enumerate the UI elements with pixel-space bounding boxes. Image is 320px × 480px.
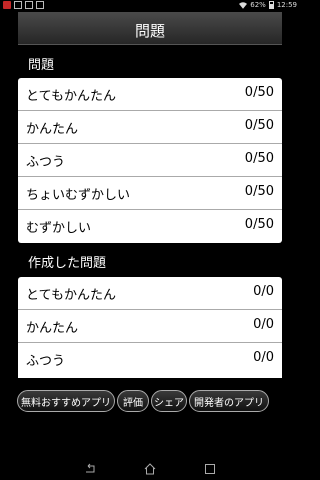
sim-icon: [14, 1, 22, 9]
status-time: 12:59: [276, 1, 297, 9]
home-icon[interactable]: [144, 463, 156, 475]
list-item[interactable]: かんたん 0/50: [18, 111, 282, 144]
battery-icon: [268, 1, 274, 9]
row-value: 0/50: [244, 118, 274, 133]
row-value: 0/50: [244, 151, 274, 166]
title-bar: 問題: [18, 12, 282, 45]
battery-percent: 62%: [250, 1, 266, 9]
list-item[interactable]: とてもかんたん 0/50: [18, 78, 282, 111]
camera-icon: [36, 1, 44, 9]
row-label: とてもかんたん: [26, 89, 116, 104]
list-item[interactable]: とてもかんたん 0/0: [18, 277, 282, 310]
row-label: ふつう: [26, 155, 66, 170]
list-item[interactable]: ふつう 0/50: [18, 144, 282, 177]
status-system: 62% 12:59: [239, 1, 297, 9]
row-label: ちょいむずかしい: [26, 188, 131, 203]
section-header-created: 作成した問題: [28, 256, 107, 271]
storage-icon: [25, 1, 33, 9]
share-button[interactable]: シェア: [151, 390, 187, 412]
wifi-icon: [239, 1, 248, 9]
row-value: 0/50: [244, 85, 274, 100]
row-label: ふつう: [26, 354, 66, 369]
row-value: 0/0: [253, 350, 274, 365]
row-label: とてもかんたん: [26, 288, 116, 303]
list-item[interactable]: むずかしい 0/50: [18, 210, 282, 243]
list-item[interactable]: ふつう 0/0: [18, 343, 282, 376]
status-bar: 62% 12:59: [0, 0, 300, 12]
section-header-problems: 問題: [28, 58, 55, 73]
row-label: かんたん: [26, 122, 79, 137]
row-value: 0/50: [244, 217, 274, 232]
row-value: 0/0: [253, 317, 274, 332]
bottom-button-bar: 無料おすすめアプリ 評価 シェア 開発者のアプリ: [17, 390, 269, 412]
recents-icon[interactable]: [204, 463, 216, 475]
row-label: かんたん: [26, 321, 79, 336]
row-label: むずかしい: [26, 221, 92, 236]
notification-red-icon: [3, 1, 11, 9]
rate-button[interactable]: 評価: [117, 390, 149, 412]
list-item[interactable]: かんたん 0/0: [18, 310, 282, 343]
back-icon[interactable]: [84, 463, 96, 475]
status-notifications: [3, 1, 44, 9]
developer-apps-button[interactable]: 開発者のアプリ: [189, 390, 269, 412]
navigation-bar: [0, 458, 300, 480]
problems-list: とてもかんたん 0/50 かんたん 0/50 ふつう 0/50 ちょいむずかしい…: [18, 78, 282, 243]
row-value: 0/0: [253, 284, 274, 299]
row-value: 0/50: [244, 184, 274, 199]
free-apps-button[interactable]: 無料おすすめアプリ: [17, 390, 115, 412]
page-title: 問題: [134, 22, 165, 40]
list-item[interactable]: ちょいむずかしい 0/50: [18, 177, 282, 210]
created-problems-list: とてもかんたん 0/0 かんたん 0/0 ふつう 0/0: [18, 277, 282, 378]
